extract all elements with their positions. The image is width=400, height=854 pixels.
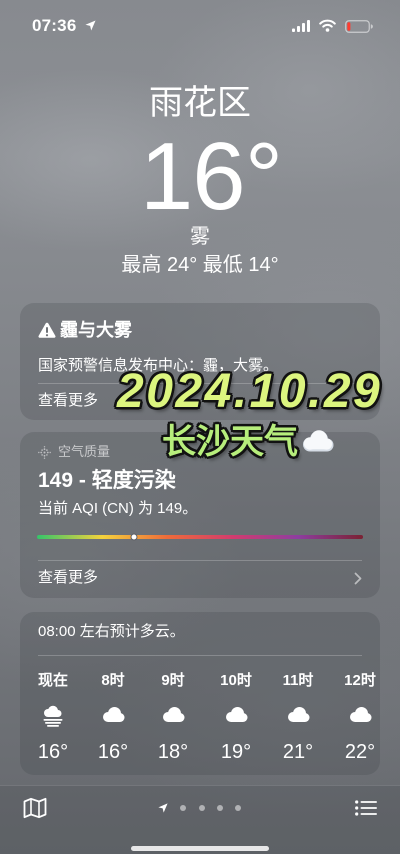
fog-icon [43,705,63,727]
page-dot[interactable] [235,805,241,811]
battery-fill [347,22,351,31]
hourly-column: 12时 22° [335,612,380,775]
cloud-icon [303,430,334,452]
chevron-right-icon[interactable] [354,572,362,585]
warning-icon [38,322,56,338]
map-icon[interactable] [23,797,47,819]
air-quality-headline: 149 - 轻度污染 [38,469,176,492]
cloud-icon [226,707,248,722]
hour-temperature: 19° [220,741,252,763]
list-icon[interactable] [355,800,377,816]
cloud-icon [350,707,372,722]
high-temperature: 最高 24° [121,254,198,276]
hourly-column: 11时 21° [273,612,323,775]
overlay-caption: 长沙天气 [162,423,298,461]
location-name: 雨花区 [149,84,251,122]
page-dot[interactable] [199,805,205,811]
page-dot[interactable] [217,805,223,811]
hourly-column: 8时 16° [88,612,138,775]
location-arrow-icon[interactable] [158,803,168,813]
hour-label: 12时 [344,672,376,689]
hourly-forecast-card[interactable]: 08:00 左右预计多云。 现在 16° 8时 16° 9时 18° 10时 1… [20,612,380,775]
cloud-icon [103,707,125,722]
cloud-icon [163,707,185,722]
hour-temperature: 16° [97,741,129,763]
hour-temperature: 16° [37,741,69,763]
current-condition: 雾 [190,226,210,248]
hour-label: 现在 [37,672,68,689]
low-temperature: 最低 14° [202,254,279,276]
home-indicator[interactable] [131,846,269,851]
page-dot[interactable] [180,805,186,811]
hour-temperature: 22° [344,741,376,763]
page-indicator[interactable] [150,786,250,830]
alert-title: 霾与大雾 [60,320,132,340]
hourly-column: 9时 18° [148,612,198,775]
air-quality-description: 当前 AQI (CN) 为 149。 [38,500,198,517]
signal-icon [292,20,310,32]
aqi-indicator [130,533,138,541]
air-quality-label: 空气质量 [58,444,111,459]
hour-label: 11时 [282,672,314,689]
hour-label: 8时 [101,672,125,689]
battery-icon [345,20,373,33]
bottom-toolbar [0,785,400,854]
hour-temperature: 18° [157,741,189,763]
air-quality-icon [38,446,51,459]
overlay-date: 2024.10.29 [117,365,383,418]
hour-label: 9时 [161,672,185,689]
alert-more-link[interactable]: 查看更多 [38,392,98,410]
wifi-icon [319,19,336,32]
hour-temperature: 21° [282,741,314,763]
location-arrow-icon [85,20,96,31]
cloud-icon [288,707,310,722]
air-quality-more-link[interactable]: 查看更多 [38,569,98,587]
status-bar: 07:36 [0,0,400,48]
status-time: 07:36 [32,16,77,35]
high-low: 最高 24° 最低 14° [0,253,400,277]
hour-label: 10时 [220,672,252,689]
hourly-column: 10时 19° [211,612,261,775]
aqi-scale-bar [37,533,363,541]
hourly-column: 现在 16° [28,612,78,775]
air-quality-divider [38,560,362,561]
current-temperature: 16° [139,123,283,230]
